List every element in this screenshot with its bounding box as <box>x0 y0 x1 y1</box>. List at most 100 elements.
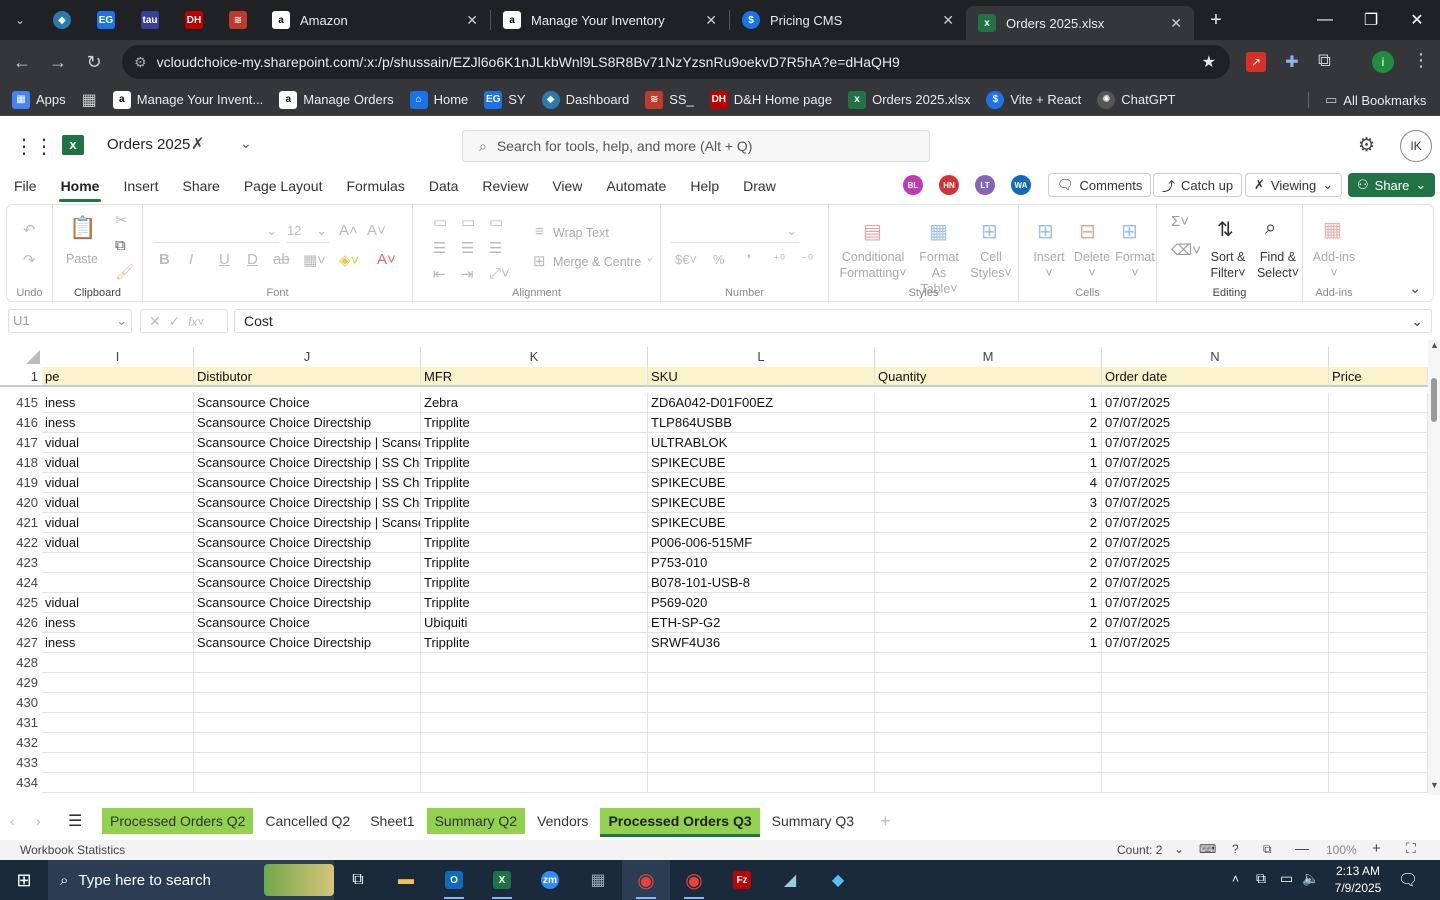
table-cell[interactable] <box>1329 393 1428 413</box>
table-cell[interactable] <box>1329 473 1428 493</box>
table-cell[interactable]: 2 <box>875 513 1102 533</box>
bold-icon[interactable]: B <box>159 251 170 268</box>
reload-icon[interactable]: ↻ <box>76 44 112 80</box>
table-cell[interactable]: vidual <box>42 453 194 473</box>
borders-icon[interactable]: ▦˅ <box>303 251 326 269</box>
row-header[interactable]: 1 <box>0 367 42 387</box>
forward-arrow-icon[interactable]: → <box>40 44 76 80</box>
table-cell[interactable]: 2 <box>875 413 1102 433</box>
align-left-icon[interactable]: ☰ <box>433 239 446 257</box>
table-cell[interactable]: 07/07/2025 <box>1102 573 1329 593</box>
table-cell[interactable] <box>421 673 648 693</box>
column-header-m[interactable]: M <box>875 347 1102 367</box>
pinned-tab-3[interactable]: ≋ <box>216 0 260 40</box>
table-cell[interactable]: P753-010 <box>648 553 875 573</box>
table-cell[interactable] <box>194 753 421 773</box>
table-cell[interactable]: Scansource Choice Directship <box>194 553 421 573</box>
table-cell[interactable]: Scansource Choice Directship | Scansourc… <box>194 433 421 453</box>
table-cell[interactable] <box>648 713 875 733</box>
table-cell[interactable] <box>1329 553 1428 573</box>
table-cell[interactable]: Tripplite <box>421 473 648 493</box>
restore-icon[interactable]: ❐ <box>1348 0 1394 40</box>
table-cell[interactable] <box>42 713 194 733</box>
bookmark-apps[interactable]: ▦ Apps <box>12 90 66 109</box>
table-cell[interactable] <box>42 673 194 693</box>
sheet-tab[interactable]: Summary Q3 <box>764 808 862 834</box>
font-size-select[interactable]: 12 ⌄ <box>287 219 329 243</box>
table-cell[interactable] <box>1329 613 1428 633</box>
next-sheet-chevron-icon[interactable]: › <box>36 813 62 829</box>
table-cell[interactable] <box>421 653 648 673</box>
table-cell[interactable] <box>1102 753 1329 773</box>
sheet-tab[interactable]: Sheet1 <box>362 808 422 834</box>
task-view-icon[interactable]: ⧉ <box>334 860 382 900</box>
calculator-icon[interactable]: ▦ <box>574 860 622 900</box>
name-box[interactable]: U1 ⌄ <box>8 309 132 333</box>
autosum-icon[interactable]: Σ˅ <box>1171 213 1189 230</box>
bookmark-orders-xlsx[interactable]: x Orders 2025.xlsx <box>848 90 970 109</box>
table-cell[interactable]: P569-020 <box>648 593 875 613</box>
table-cell[interactable]: B078-101-USB-8 <box>648 573 875 593</box>
table-cell[interactable]: 07/07/2025 <box>1102 433 1329 453</box>
expand-formula-chevron-icon[interactable]: ⌄ <box>1411 310 1423 332</box>
tab-review[interactable]: Review <box>480 174 530 198</box>
tab-file[interactable]: File <box>12 174 39 198</box>
table-cell[interactable] <box>194 713 421 733</box>
table-cell[interactable]: Scansource Choice Directship | SS Choice <box>194 493 421 513</box>
scroll-down-arrow-icon[interactable]: ▼ <box>1430 780 1439 790</box>
table-cell[interactable] <box>1329 693 1428 713</box>
browser-tab-pricing-cms[interactable]: $ Pricing CMS ✕ <box>730 0 966 40</box>
find-select-button[interactable]: Find & Select˅ <box>1253 249 1303 281</box>
table-cell[interactable] <box>42 573 194 593</box>
site-info-icon[interactable]: ⚙ <box>134 54 147 71</box>
table-cell[interactable] <box>42 553 194 573</box>
table-cell[interactable] <box>194 653 421 673</box>
row-header[interactable]: 428 <box>0 653 42 673</box>
tab-share[interactable]: Share <box>180 174 221 198</box>
row-header[interactable]: 429 <box>0 673 42 693</box>
table-cell[interactable] <box>648 773 875 793</box>
table-cell[interactable] <box>42 653 194 673</box>
omnibox[interactable]: ⚙ vcloudchoice-my.sharepoint.com/:x:/p/s… <box>122 45 1230 79</box>
comments-button[interactable]: 🗨 Comments <box>1048 173 1152 197</box>
settings-gear-icon[interactable]: ⚙ <box>1358 134 1375 157</box>
table-cell[interactable]: Scansource Choice Directship <box>194 633 421 653</box>
browser-tab-orders-xlsx[interactable]: x Orders 2025.xlsx ✕ <box>966 6 1194 40</box>
table-cell[interactable]: 1 <box>875 453 1102 473</box>
notifications-icon[interactable]: 🗨 <box>1398 870 1418 890</box>
column-header-l[interactable]: L <box>648 347 875 367</box>
table-cell[interactable] <box>42 753 194 773</box>
collaborator-avatar[interactable]: HN <box>939 175 959 195</box>
pinned-tab-edge[interactable]: ◆ <box>40 0 84 40</box>
close-icon[interactable]: ✕ <box>705 12 717 29</box>
addins-button[interactable]: Add-ins ˅ <box>1303 249 1365 281</box>
align-center-icon[interactable]: ☰ <box>461 239 474 257</box>
table-cell[interactable] <box>1329 653 1428 673</box>
table-cell[interactable] <box>648 693 875 713</box>
bookmark-star-icon[interactable]: ★ <box>1202 52 1216 72</box>
tab-draw[interactable]: Draw <box>741 174 778 198</box>
table-cell[interactable]: ETH-SP-G2 <box>648 613 875 633</box>
table-cell[interactable] <box>875 773 1102 793</box>
sheet-tab[interactable]: Processed Orders Q3 <box>600 808 760 837</box>
table-cell[interactable]: vidual <box>42 513 194 533</box>
column-header-k[interactable]: K <box>421 347 648 367</box>
scroll-left-arrow-icon[interactable]: ◀ <box>4 793 11 795</box>
table-cell[interactable]: ZD6A042-D01F00EZ <box>648 393 875 413</box>
fill-color-icon[interactable]: ◈˅ <box>339 251 359 269</box>
row-header[interactable]: 419 <box>0 473 42 493</box>
pinned-tab-1[interactable]: tau <box>128 0 172 40</box>
vertical-scrollbar[interactable]: ▲ ▼ <box>1428 340 1440 795</box>
align-bottom-icon[interactable]: ▭ <box>489 213 503 231</box>
table-cell[interactable]: 07/07/2025 <box>1102 513 1329 533</box>
add-sheet-button[interactable]: + <box>880 811 891 832</box>
share-button[interactable]: ⚇ Share ⌄ <box>1348 173 1436 197</box>
row-header[interactable]: 426 <box>0 613 42 633</box>
table-cell[interactable]: iness <box>42 393 194 413</box>
show-hidden-icons-chevron[interactable]: ˄ <box>1232 872 1239 886</box>
table-cell[interactable] <box>194 733 421 753</box>
table-cell[interactable]: Tripplite <box>421 533 648 553</box>
conditional-formatting-button[interactable]: Conditional Formatting˅ <box>835 249 911 281</box>
close-icon[interactable]: ✕ <box>466 12 478 29</box>
row-header[interactable]: 420 <box>0 493 42 513</box>
